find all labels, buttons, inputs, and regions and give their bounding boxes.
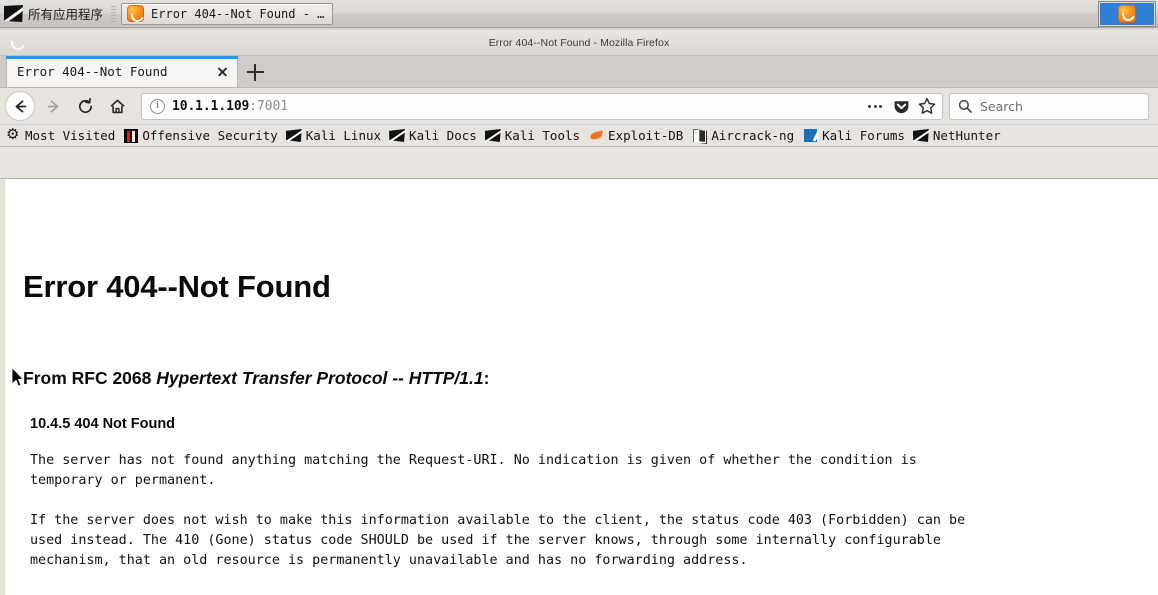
search-input[interactable]: Search (949, 92, 1149, 120)
bookmark-kali-linux[interactable]: Kali Linux (284, 126, 387, 146)
offensive-security-icon (124, 128, 139, 143)
bookmark-label: Kali Forums (822, 128, 905, 143)
aircrack-ng-icon (692, 128, 707, 143)
rfc-reference-heading: From RFC 2068 Hypertext Transfer Protoco… (23, 368, 1158, 389)
home-button[interactable] (101, 91, 133, 121)
bookmark-label: Kali Tools (504, 128, 581, 143)
search-placeholder: Search (980, 98, 1023, 114)
bookmark-label: Exploit-DB (608, 128, 684, 143)
workspace-switcher[interactable] (1099, 1, 1155, 26)
home-icon (109, 99, 125, 113)
bookmark-label: NetHunter (932, 128, 1001, 143)
reload-button[interactable] (69, 91, 101, 121)
url-text: 10.1.1.109:7001 (172, 99, 862, 114)
bookmark-label: Aircrack-ng (711, 128, 795, 143)
bookmark-label: Most Visited (25, 128, 116, 143)
bookmark-most-visited[interactable]: Most Visited (3, 125, 121, 146)
firefox-icon (127, 5, 145, 22)
kali-sword-icon (287, 128, 302, 143)
window-titlebar[interactable]: Error 404--Not Found - Mozilla Firefox (0, 30, 1158, 56)
tab-strip: Error 404--Not Found (0, 56, 1158, 88)
pocket-button[interactable] (888, 94, 914, 119)
ellipsis-icon (868, 104, 882, 108)
firefox-window: Error 404--Not Found - Mozilla Firefox E… (0, 30, 1158, 595)
rfc-prefix: From RFC 2068 (23, 368, 157, 388)
section-heading: 10.4.5 404 Not Found (30, 416, 176, 432)
navigation-toolbar: 10.1.1.109:7001 (0, 88, 1158, 125)
taskbar-window-button-label: Error 404--Not Found - … (151, 6, 325, 21)
paragraph-403-410-note: If the server does not wish to make this… (30, 513, 966, 568)
kali-sword-icon (914, 128, 929, 143)
star-icon (918, 97, 936, 114)
arrow-right-icon (47, 99, 58, 113)
page-actions-button[interactable] (862, 94, 888, 119)
url-host: 10.1.1.109 (172, 98, 250, 114)
browser-tab-active[interactable]: Error 404--Not Found (6, 56, 238, 87)
url-rest: :7001 (249, 98, 288, 114)
applications-menu-label: 所有应用程序 (28, 7, 104, 22)
bookmark-offensive-security[interactable]: Offensive Security (121, 126, 283, 146)
browser-viewport: Error 404--Not Found From RFC 2068 Hyper… (0, 178, 1158, 595)
new-tab-button[interactable] (238, 56, 272, 87)
bookmark-nethunter[interactable]: NetHunter (911, 126, 1007, 146)
window-title: Error 404--Not Found - Mozilla Firefox (488, 36, 670, 49)
kali-forums-icon (803, 128, 818, 143)
pocket-shield-icon (894, 100, 908, 113)
bookmark-kali-forums[interactable]: Kali Forums (800, 126, 911, 146)
paragraph-404-description: The server has not found anything matchi… (30, 453, 917, 488)
browser-tab-title: Error 404--Not Found (17, 64, 168, 79)
bookmark-label: Offensive Security (142, 128, 278, 143)
forward-button[interactable] (37, 91, 69, 121)
applications-menu-button[interactable]: 所有应用程序 (0, 0, 109, 28)
close-icon[interactable] (213, 63, 231, 81)
url-bar-actions (862, 94, 940, 119)
reload-icon (78, 97, 92, 113)
bookmark-kali-tools[interactable]: Kali Tools (483, 126, 586, 146)
bookmarks-toolbar: Most Visited Offensive Security Kali Lin… (0, 125, 1158, 147)
rfc-spec-title: Hypertext Transfer Protocol -- HTTP/1.1 (156, 368, 484, 388)
kali-dragon-icon (4, 5, 23, 22)
url-bar[interactable]: 10.1.1.109:7001 (141, 92, 943, 120)
bookmark-label: Kali Linux (305, 128, 382, 143)
kali-sword-icon (390, 128, 405, 143)
taskbar-window-button-firefox[interactable]: Error 404--Not Found - … (121, 2, 334, 25)
back-button[interactable] (5, 91, 35, 121)
gear-icon (6, 125, 21, 143)
bookmark-aircrack-ng[interactable]: Aircrack-ng (689, 126, 800, 146)
kali-sword-icon (486, 128, 501, 143)
bookmark-kali-docs[interactable]: Kali Docs (387, 126, 483, 146)
bookmark-exploit-db[interactable]: Exploit-DB (586, 126, 689, 146)
bookmark-label: Kali Docs (409, 128, 477, 143)
firefox-icon (1118, 4, 1136, 23)
bookmark-star-button[interactable] (914, 94, 940, 119)
arrow-left-icon (15, 99, 26, 113)
desktop-taskbar: 所有应用程序 Error 404--Not Found - … (0, 0, 1158, 28)
page-title: Error 404--Not Found (23, 269, 331, 304)
exploit-db-icon (589, 128, 604, 143)
taskbar-drag-handle[interactable] (111, 5, 117, 22)
search-icon (958, 99, 972, 113)
info-circle-icon[interactable] (150, 98, 165, 114)
rfc-suffix: : (483, 368, 490, 388)
web-page-body: Error 404--Not Found From RFC 2068 Hyper… (4, 179, 1158, 595)
